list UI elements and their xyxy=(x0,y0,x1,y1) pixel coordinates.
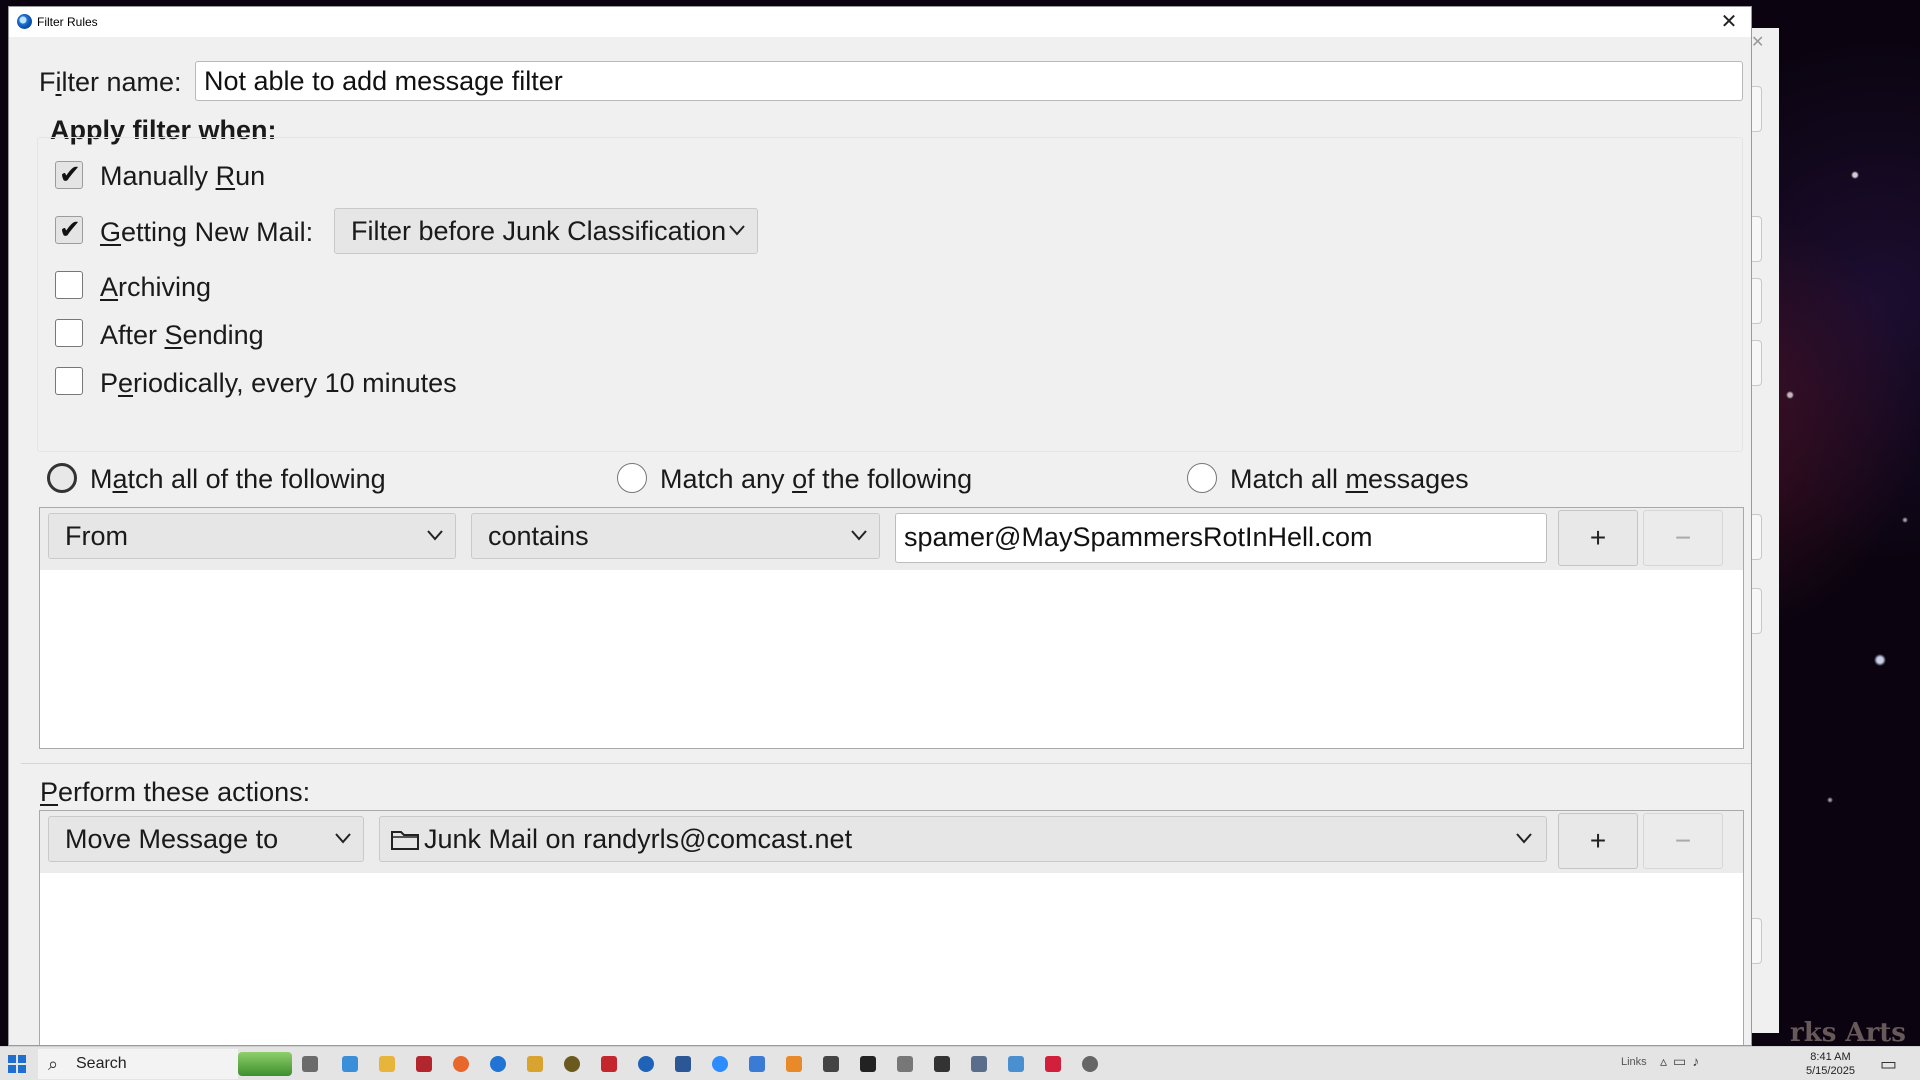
getting-new-mail-label[interactable]: Getting New Mail: xyxy=(100,217,313,248)
match-all-label[interactable]: Match all of the following xyxy=(90,464,386,495)
rule-value-input[interactable]: spamer@MaySpammersRotInHell.com xyxy=(895,513,1547,563)
action-row: Move Message to Junk Mail on randyrls@co… xyxy=(40,811,1743,873)
word-icon[interactable] xyxy=(675,1056,691,1072)
taskbar-search[interactable]: ⌕ Search xyxy=(38,1049,238,1079)
app-icon[interactable] xyxy=(638,1056,654,1072)
chevron-down-icon xyxy=(427,530,443,541)
filter-name-label: Filter name: xyxy=(39,67,182,97)
chevron-down-icon xyxy=(851,530,867,541)
window-title: Filter Rules xyxy=(37,15,98,29)
action-target-value: Junk Mail on randyrls@comcast.net xyxy=(424,824,853,854)
app-icon[interactable] xyxy=(342,1056,358,1072)
remove-rule-button[interactable]: − xyxy=(1643,510,1723,566)
periodically-checkbox[interactable] xyxy=(55,367,83,395)
app-icon[interactable] xyxy=(1045,1056,1061,1072)
thunderbird-icon[interactable] xyxy=(490,1056,506,1072)
app-icon[interactable] xyxy=(971,1056,987,1072)
chevron-down-icon xyxy=(729,225,745,236)
app-icon[interactable] xyxy=(786,1056,802,1072)
clock-date: 5/15/2025 xyxy=(1806,1065,1855,1077)
links-toolbar-label[interactable]: Links xyxy=(1621,1056,1647,1068)
rule-row: From contains spamer@MaySpammersRotInHel… xyxy=(40,508,1743,570)
title-bar[interactable]: Filter Rules ✕ xyxy=(9,7,1751,37)
apply-filter-group xyxy=(37,137,1743,452)
after-sending-checkbox[interactable] xyxy=(55,319,83,347)
rule-operator-dropdown[interactable]: contains xyxy=(471,513,880,559)
actions-list: Move Message to Junk Mail on randyrls@co… xyxy=(39,810,1744,1045)
after-sending-label[interactable]: After Sending xyxy=(100,320,264,351)
filter-name-input[interactable]: Not able to add message filter xyxy=(195,61,1743,101)
manually-run-checkbox[interactable]: ✔ xyxy=(55,159,83,189)
app-icon[interactable] xyxy=(897,1056,913,1072)
getting-new-mail-checkbox[interactable]: ✔ xyxy=(55,214,83,244)
action-target-dropdown[interactable]: Junk Mail on randyrls@comcast.net xyxy=(379,816,1547,862)
checkmark-icon: ✔ xyxy=(59,159,81,189)
file-explorer-icon[interactable] xyxy=(379,1056,395,1072)
rule-field-dropdown[interactable]: From xyxy=(48,513,456,559)
junk-classification-value: Filter before Junk Classification xyxy=(351,216,727,246)
search-highlight-image xyxy=(238,1052,292,1076)
periodically-label[interactable]: Periodically, every 10 minutes xyxy=(100,368,457,399)
app-icon[interactable] xyxy=(934,1056,950,1072)
remove-action-button[interactable]: − xyxy=(1643,813,1723,869)
app-icon[interactable] xyxy=(601,1056,617,1072)
close-button[interactable]: ✕ xyxy=(1707,7,1751,37)
manually-run-label[interactable]: Manually Run xyxy=(100,161,265,192)
action-type-value: Move Message to xyxy=(65,824,279,854)
checkmark-icon: ✔ xyxy=(59,214,81,244)
app-icon[interactable] xyxy=(749,1056,765,1072)
archiving-checkbox[interactable] xyxy=(55,271,83,299)
add-rule-button[interactable]: + xyxy=(1558,510,1638,566)
filezilla-icon[interactable] xyxy=(416,1056,432,1072)
windows-start-icon[interactable] xyxy=(8,1055,26,1073)
taskbar-clock[interactable]: 8:41 AM 5/15/2025 xyxy=(1806,1050,1855,1078)
clock-time: 8:41 AM xyxy=(1810,1051,1851,1063)
chevron-down-icon xyxy=(335,833,351,844)
settings-icon[interactable] xyxy=(1082,1056,1098,1072)
rule-operator-value: contains xyxy=(488,521,589,551)
match-all-radio[interactable] xyxy=(47,463,77,493)
app-icon[interactable] xyxy=(1008,1056,1024,1072)
match-any-label[interactable]: Match any of the following xyxy=(660,464,972,495)
archiving-label[interactable]: Archiving xyxy=(100,272,211,303)
zoom-icon[interactable] xyxy=(712,1056,728,1072)
task-view-icon[interactable] xyxy=(302,1056,318,1072)
action-type-dropdown[interactable]: Move Message to xyxy=(48,816,364,862)
app-icon[interactable] xyxy=(527,1056,543,1072)
system-tray-icons[interactable]: ▵▭♪ xyxy=(1660,1053,1705,1070)
section-divider xyxy=(21,763,1751,764)
thunderbird-app-icon xyxy=(17,14,32,29)
folder-icon xyxy=(391,831,419,850)
junk-classification-dropdown[interactable]: Filter before Junk Classification xyxy=(334,208,758,254)
app-icon[interactable] xyxy=(823,1056,839,1072)
firefox-icon[interactable] xyxy=(453,1056,469,1072)
filter-rules-dialog: Filter Rules ✕ Filter name: Not able to … xyxy=(8,6,1752,1046)
app-icon[interactable] xyxy=(860,1056,876,1072)
notification-icon[interactable]: ▭ xyxy=(1880,1054,1897,1075)
chevron-down-icon xyxy=(1516,833,1532,844)
rules-list: From contains spamer@MaySpammersRotInHel… xyxy=(39,507,1744,749)
match-all-messages-label[interactable]: Match all messages xyxy=(1230,464,1469,495)
perform-actions-heading: Perform these actions: xyxy=(40,777,311,807)
rule-field-value: From xyxy=(65,521,128,551)
match-any-radio[interactable] xyxy=(617,463,647,493)
add-action-button[interactable]: + xyxy=(1558,813,1638,869)
background-close-icon[interactable]: ✕ xyxy=(1751,32,1764,52)
taskbar-search-label: Search xyxy=(76,1055,127,1072)
taskbar: ⌕ Search Links ▵▭♪ 8:41 AM 5/15/2025 ▭ xyxy=(0,1046,1920,1080)
app-icon[interactable] xyxy=(564,1056,580,1072)
search-icon: ⌕ xyxy=(48,1054,59,1074)
desktop-watermark: rks Arts xyxy=(1790,1018,1906,1048)
match-all-messages-radio[interactable] xyxy=(1187,463,1217,493)
